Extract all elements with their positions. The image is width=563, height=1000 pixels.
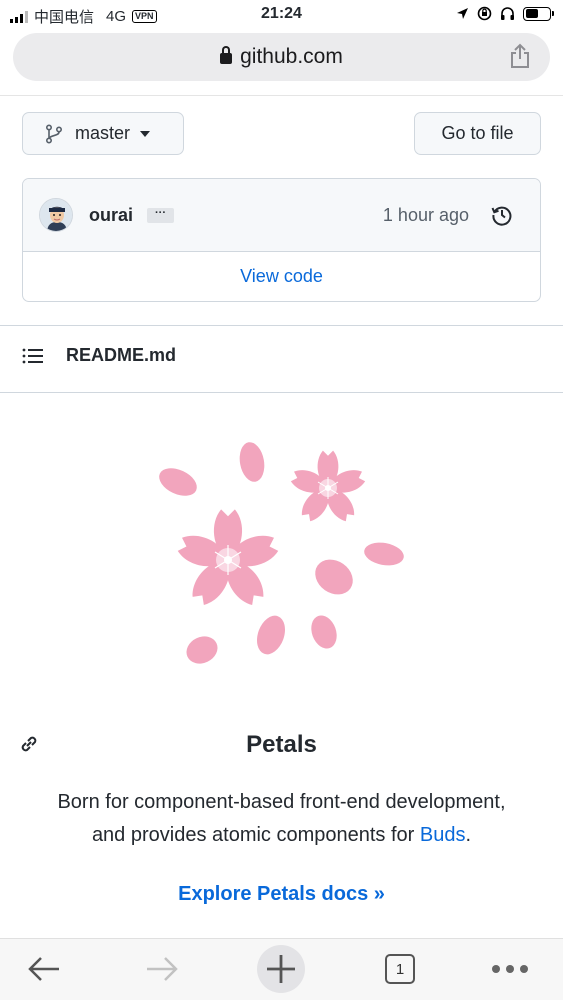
history-icon[interactable] — [490, 203, 514, 227]
petals-logo — [159, 442, 404, 664]
more-dots-icon — [492, 965, 528, 973]
browser-toolbar: 1 — [0, 938, 563, 1000]
description-suffix: . — [465, 823, 472, 846]
section-divider — [0, 325, 563, 326]
small-blossom — [289, 450, 367, 525]
readme-heading: Petals — [246, 731, 317, 758]
headphones-icon — [501, 7, 514, 20]
view-code-link[interactable]: View code — [23, 252, 540, 301]
buds-link[interactable]: Buds — [420, 824, 466, 846]
status-right — [456, 6, 554, 21]
readme-divider — [0, 392, 563, 393]
plus-icon — [267, 955, 295, 983]
branch-name: master — [75, 123, 131, 143]
address-bar[interactable]: github.com — [13, 33, 550, 81]
lock-icon — [220, 45, 233, 64]
arrow-right-icon — [147, 957, 178, 981]
new-tab-button[interactable] — [257, 945, 305, 993]
tabs-button[interactable]: 1 — [380, 949, 420, 989]
list-icon[interactable] — [22, 347, 44, 365]
forward-button[interactable] — [142, 949, 182, 989]
explore-docs-link[interactable]: Explore Petals docs » — [0, 883, 563, 906]
commit-author[interactable]: ourai — [89, 205, 133, 226]
battery-icon — [523, 6, 554, 21]
avatar[interactable] — [39, 198, 73, 232]
orientation-lock-icon — [477, 6, 492, 21]
branch-select-button[interactable]: master — [22, 112, 184, 155]
go-to-file-button[interactable]: Go to file — [414, 112, 541, 155]
status-bar: 中国电信 4G VPN 21:24 — [0, 0, 563, 30]
url-text: github.com — [240, 45, 343, 68]
location-arrow-icon — [457, 8, 468, 19]
readme-description: Born for component-based front-end devel… — [40, 786, 523, 851]
git-branch-icon — [45, 123, 63, 144]
tab-count: 1 — [385, 954, 415, 984]
arrow-left-icon — [28, 957, 59, 981]
more-menu-button[interactable] — [490, 949, 530, 989]
readme-header: README.md — [22, 345, 176, 366]
header-divider — [0, 95, 563, 96]
back-button[interactable] — [24, 949, 64, 989]
chevron-down-icon — [140, 130, 151, 137]
share-icon[interactable] — [508, 43, 532, 69]
commit-header: ourai ··· 1 hour ago — [23, 179, 540, 252]
large-blossom — [175, 509, 281, 610]
commit-message-toggle[interactable]: ··· — [147, 208, 174, 223]
latest-commit-box: ourai ··· 1 hour ago View code — [22, 178, 541, 302]
readme-filename: README.md — [66, 345, 177, 365]
commit-time: 1 hour ago — [382, 205, 469, 225]
